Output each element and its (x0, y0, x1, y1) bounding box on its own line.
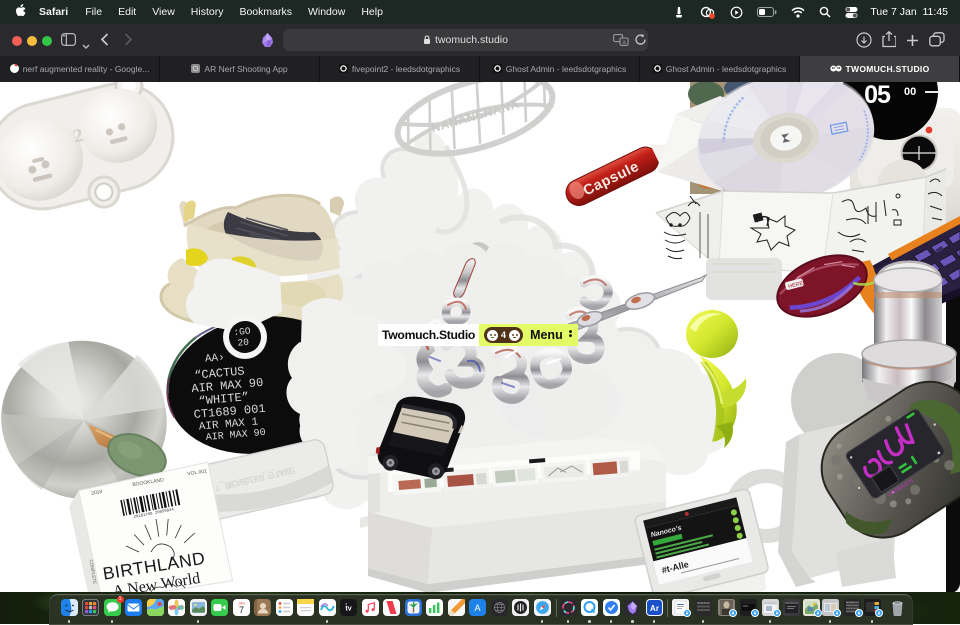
svg-text:7: 7 (238, 605, 243, 615)
svg-text:tv: tv (345, 606, 351, 613)
svg-text::GO: :GO (233, 325, 251, 338)
svg-text:Ar: Ar (650, 604, 659, 613)
svg-text:NANANENANA: NANANENANA (430, 97, 521, 136)
svg-text:AA›: AA› (204, 352, 225, 366)
svg-text:05: 05 (864, 82, 891, 109)
svg-text:A: A (474, 603, 480, 613)
svg-text:00: 00 (904, 86, 916, 98)
svg-text:20: 20 (237, 337, 250, 349)
